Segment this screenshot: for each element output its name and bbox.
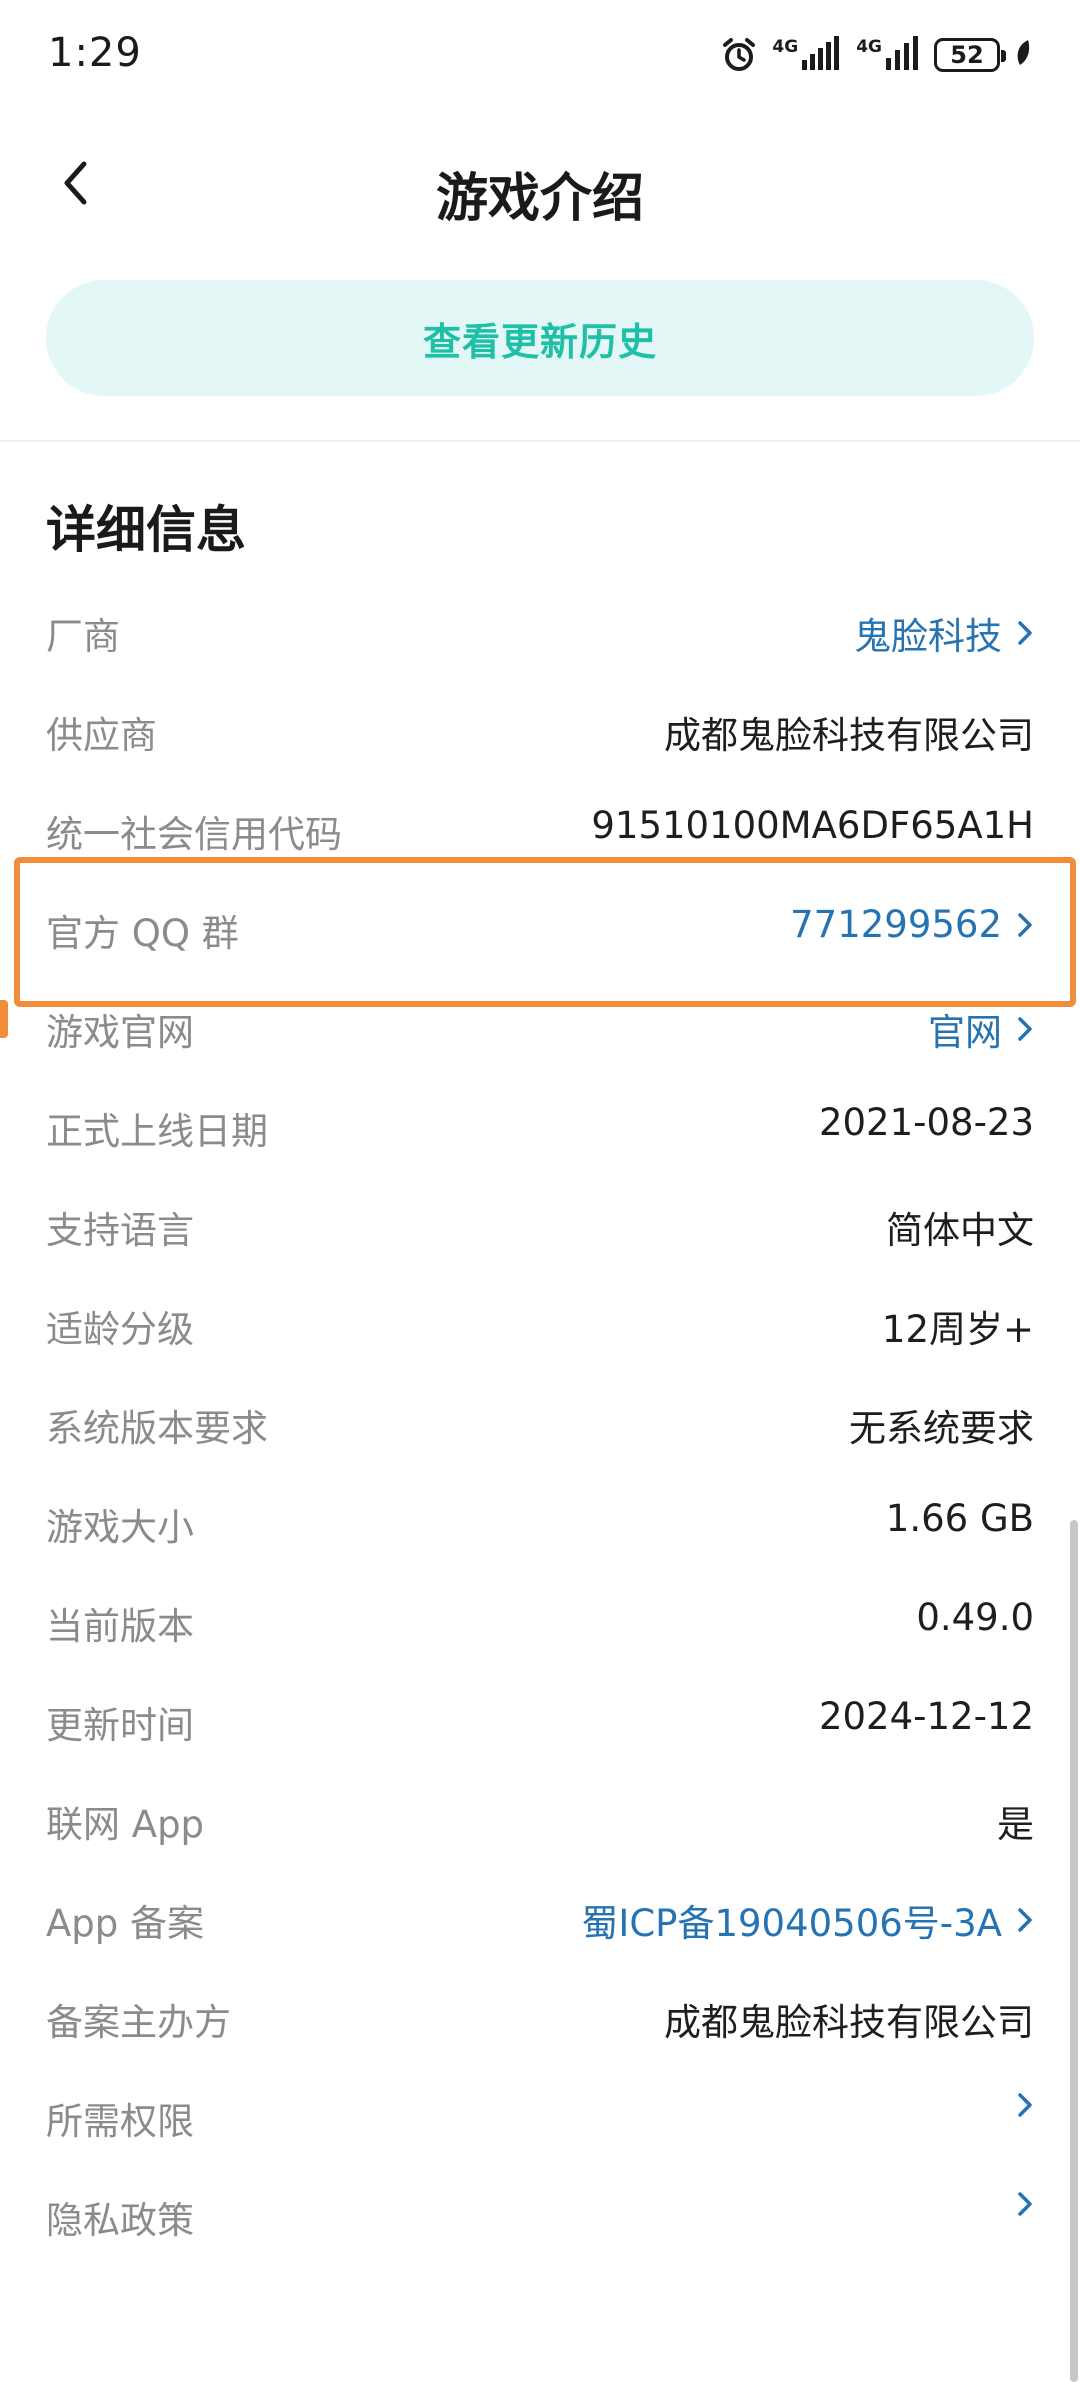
website-link[interactable]: 官网: [928, 1002, 1002, 1056]
info-label: 联网 App: [46, 1803, 205, 1846]
info-label: 备案主办方: [46, 2001, 231, 2044]
chevron-right-icon[interactable]: [1016, 2190, 1034, 2218]
info-value: 2024-12-12: [818, 1695, 1034, 1738]
info-row-age-rating: 适龄分级 12周岁+: [0, 1275, 1080, 1374]
info-label: 正式上线日期: [46, 1110, 268, 1153]
info-value: 无系统要求: [849, 1407, 1034, 1450]
info-list: 厂商 鬼脸科技 供应商 成都鬼脸科技有限公司 统一社会信用代码 91510100…: [0, 582, 1080, 2265]
info-label: 厂商: [46, 615, 120, 658]
chevron-right-icon: [1016, 619, 1034, 647]
app-filing-link[interactable]: 蜀ICP备19040506号-3A: [581, 1893, 1002, 1947]
info-row-privacy-policy[interactable]: 隐私政策: [0, 2166, 1080, 2265]
info-label: 更新时间: [46, 1704, 194, 1747]
info-row-permissions[interactable]: 所需权限: [0, 2067, 1080, 2166]
info-value: 2021-08-23: [818, 1101, 1034, 1144]
info-row-game-size: 游戏大小 1.66 GB: [0, 1473, 1080, 1572]
info-row-filing-sponsor: 备案主办方 成都鬼脸科技有限公司: [0, 1968, 1080, 2067]
info-row-current-version: 当前版本 0.49.0: [0, 1572, 1080, 1671]
status-time: 1:29: [48, 30, 142, 76]
info-value: 是: [997, 1803, 1034, 1846]
edge-marker: [0, 1000, 8, 1038]
info-row-release-date: 正式上线日期 2021-08-23: [0, 1077, 1080, 1176]
leaf-icon: [1014, 38, 1032, 72]
info-value: 1.66 GB: [885, 1497, 1034, 1540]
header-bar: 游戏介绍: [0, 120, 1080, 250]
info-label: 游戏官网: [46, 1011, 194, 1054]
signal-group-2: 4G: [856, 36, 920, 74]
info-label: 游戏大小: [46, 1506, 194, 1549]
info-row-online-app: 联网 App 是: [0, 1770, 1080, 1869]
info-row-credit-code: 统一社会信用代码 91510100MA6DF65A1H: [0, 780, 1080, 879]
section-divider: [0, 440, 1080, 442]
vendor-link[interactable]: 鬼脸科技: [854, 606, 1002, 660]
chevron-right-icon: [1016, 1015, 1034, 1043]
qq-group-link[interactable]: 771299562: [790, 903, 1002, 946]
info-label: 当前版本: [46, 1605, 194, 1648]
info-value: 成都鬼脸科技有限公司: [664, 714, 1034, 757]
info-label: 系统版本要求: [46, 1407, 268, 1450]
info-row-update-time: 更新时间 2024-12-12: [0, 1671, 1080, 1770]
info-row-app-filing[interactable]: App 备案 蜀ICP备19040506号-3A: [0, 1869, 1080, 1968]
signal-icon: [886, 36, 920, 74]
info-row-system-requirement: 系统版本要求 无系统要求: [0, 1374, 1080, 1473]
info-row-supplier: 供应商 成都鬼脸科技有限公司: [0, 681, 1080, 780]
status-icons: 4G 4G 52: [720, 30, 1032, 80]
signal-group-1: 4G: [772, 36, 842, 74]
page-title: 游戏介绍: [435, 169, 644, 229]
info-label: 隐私政策: [46, 2199, 194, 2242]
section-title: 详细信息: [46, 501, 246, 559]
info-label: 官方 QQ 群: [46, 912, 239, 955]
chevron-right-icon: [1016, 1906, 1034, 1934]
network-type-label: 4G: [772, 37, 799, 57]
status-bar: 1:29 4G 4G 52: [0, 0, 1080, 110]
battery-icon: 52: [934, 38, 1006, 72]
chevron-right-icon[interactable]: [1016, 2091, 1034, 2119]
info-label: 适龄分级: [46, 1308, 194, 1351]
game-intro-page: 1:29 4G 4G 52 游戏介绍 查看更新历史 详细信息 厂商 鬼脸科技 供…: [0, 0, 1080, 2382]
info-value: 简体中文: [886, 1209, 1034, 1252]
info-row-vendor[interactable]: 厂商 鬼脸科技: [0, 582, 1080, 681]
info-label: 统一社会信用代码: [46, 813, 342, 856]
info-row-language: 支持语言 简体中文: [0, 1176, 1080, 1275]
scrollbar[interactable]: [1070, 1520, 1078, 2382]
update-history-button[interactable]: 查看更新历史: [46, 280, 1034, 396]
info-value: 12周岁+: [881, 1308, 1034, 1351]
info-label: 所需权限: [46, 2100, 194, 2143]
network-type-label: 4G: [856, 37, 882, 57]
info-label: 供应商: [46, 714, 157, 757]
chevron-right-icon: [1016, 911, 1034, 939]
info-value: 成都鬼脸科技有限公司: [664, 2001, 1034, 2044]
signal-icon: [802, 36, 842, 74]
alarm-icon: [720, 36, 758, 74]
info-label: 支持语言: [46, 1209, 194, 1252]
info-row-qq-group[interactable]: 官方 QQ 群 771299562: [0, 879, 1080, 978]
info-value: 0.49.0: [916, 1596, 1034, 1639]
info-row-website[interactable]: 游戏官网 官网: [0, 978, 1080, 1077]
info-label: App 备案: [46, 1902, 205, 1945]
info-value: 91510100MA6DF65A1H: [591, 804, 1034, 847]
